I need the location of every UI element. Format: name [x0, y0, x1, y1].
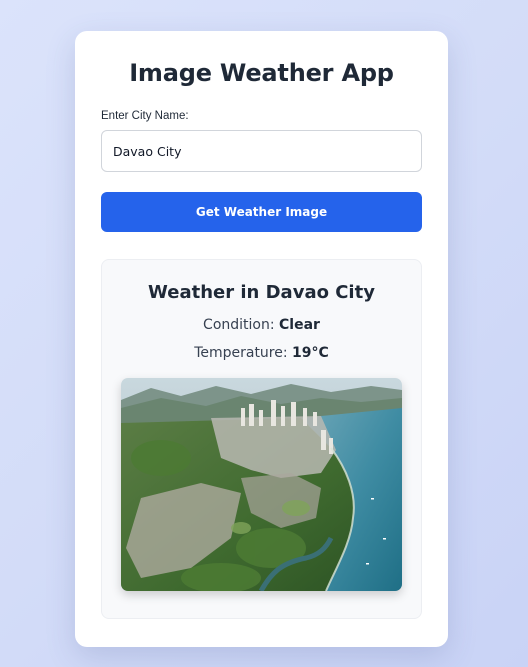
weather-result-panel: Weather in Davao City Condition: Clear T…	[101, 259, 422, 619]
temperature-value: 19°C	[292, 345, 329, 361]
app-title: Image Weather App	[129, 59, 394, 87]
condition-label: Condition:	[203, 317, 275, 333]
condition-line: Condition: Clear	[121, 317, 402, 333]
city-weather-image	[121, 378, 402, 591]
get-weather-image-button[interactable]: Get Weather Image	[101, 192, 422, 232]
city-input[interactable]	[101, 130, 422, 172]
weather-card: Image Weather App Enter City Name: Get W…	[75, 31, 448, 647]
temperature-line: Temperature: 19°C	[121, 345, 402, 361]
result-heading: Weather in Davao City	[148, 282, 375, 303]
city-label: Enter City Name:	[101, 110, 189, 122]
temperature-label: Temperature:	[194, 345, 288, 361]
condition-value: Clear	[279, 317, 320, 333]
